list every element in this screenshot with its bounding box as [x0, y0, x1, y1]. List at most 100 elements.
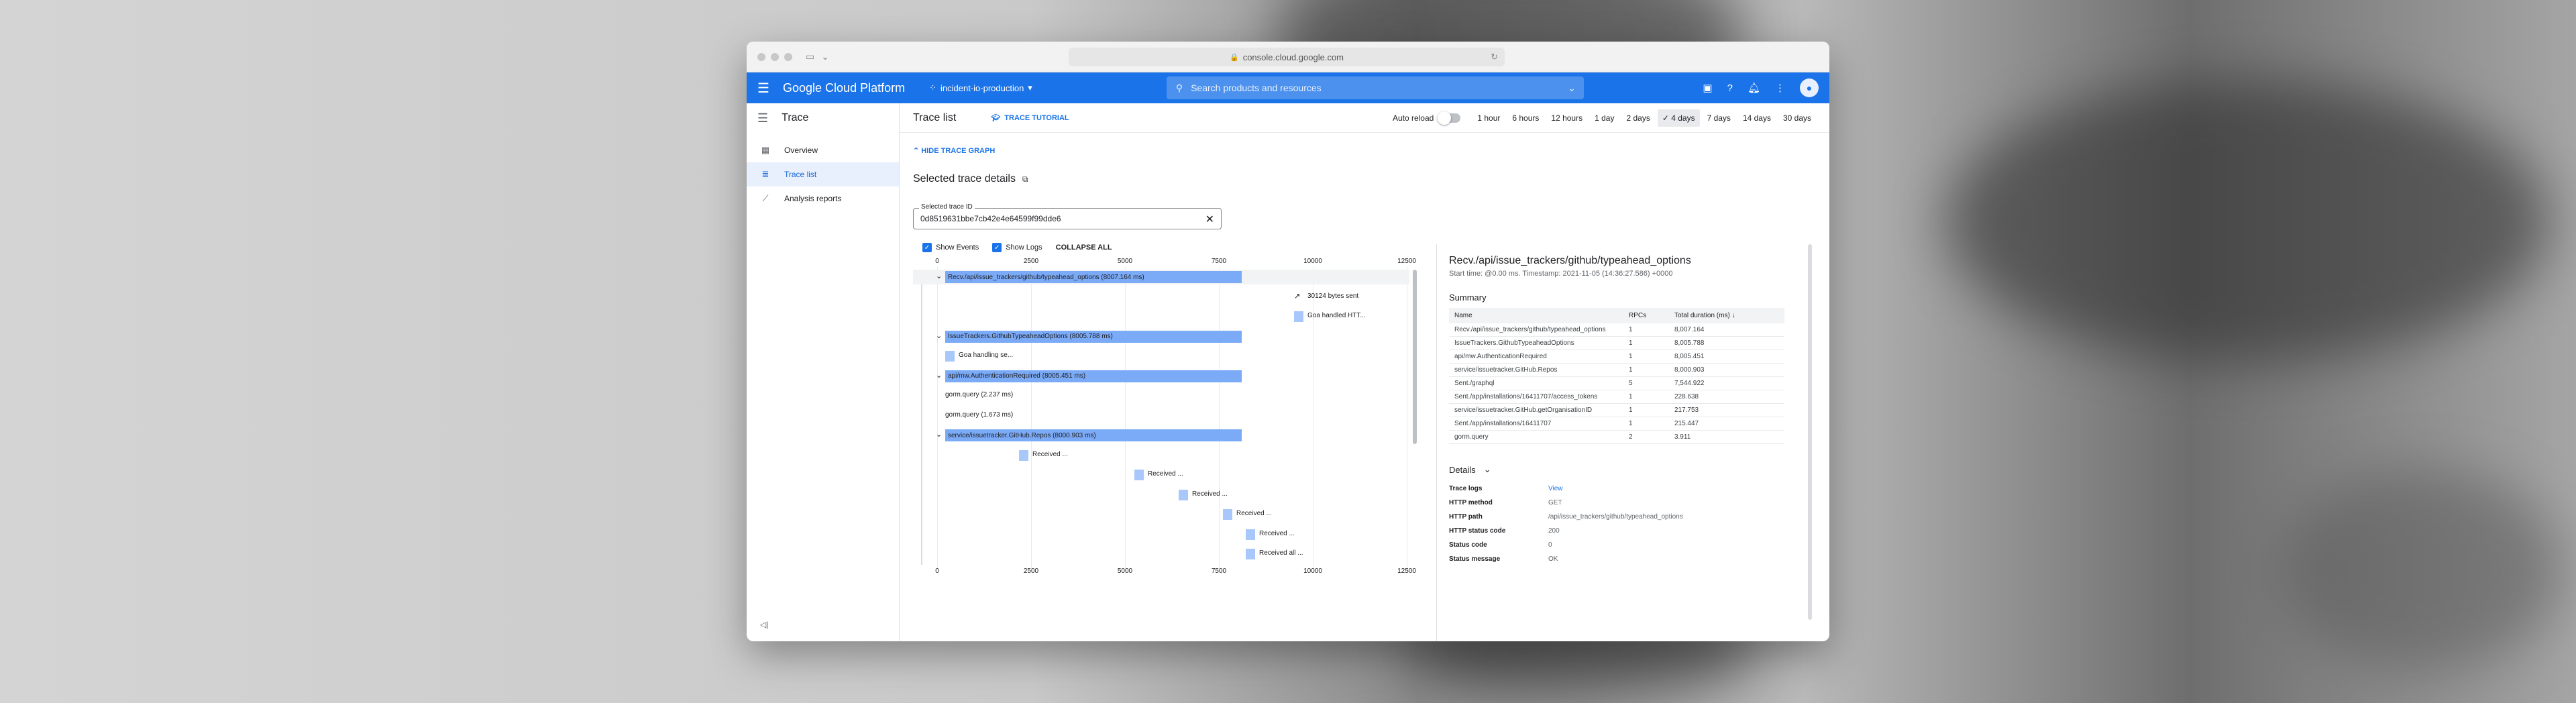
span-bar[interactable]	[1179, 489, 1188, 500]
axis-tick-label: 7500	[1211, 567, 1227, 575]
view-logs-link[interactable]: View	[1548, 485, 1563, 492]
table-row[interactable]: service/issuetracker.GitHub.Repos 1 8,000.…	[1449, 363, 1784, 377]
search-input[interactable]: ⚲ Search products and resources ⌄	[1166, 76, 1584, 99]
range-1-hour[interactable]: 1 hour	[1472, 109, 1505, 127]
range-30-days[interactable]: 30 days	[1778, 109, 1816, 127]
clear-icon[interactable]: ✕	[1205, 213, 1214, 226]
span-row[interactable]: Received ...	[913, 448, 1409, 463]
span-row[interactable]: ⌄ Recv./api/issue_trackers/github/typeahe…	[913, 270, 1409, 284]
school-icon: 🎓︎	[991, 114, 1001, 122]
detail-scrollbar[interactable]	[1808, 244, 1812, 620]
span-bar[interactable]	[1223, 509, 1232, 520]
brand-title[interactable]: Google Cloud Platform	[783, 81, 905, 95]
sidebar-item-trace-list[interactable]: ≣ Trace list	[747, 162, 899, 186]
show-events-checkbox[interactable]: ✓ Show Events	[922, 243, 979, 252]
span-bar[interactable]	[1019, 449, 1028, 461]
table-row[interactable]: Recv./api/issue_trackers/github/typeahea…	[1449, 323, 1784, 337]
auto-reload[interactable]: Auto reload	[1393, 111, 1461, 125]
details-toggle[interactable]: Details ⌄	[1449, 464, 1812, 475]
tutorial-link[interactable]: 🎓︎ TRACE TUTORIAL	[991, 113, 1069, 122]
address-bar[interactable]: 🔒 console.cloud.google.com ↻	[1069, 48, 1505, 66]
table-row[interactable]: service/issuetracker.GitHub.getOrganisat…	[1449, 403, 1784, 417]
expand-chevron-icon[interactable]: ⌄	[936, 272, 942, 280]
hide-graph-button[interactable]: ⌃ HIDE TRACE GRAPH	[913, 146, 995, 155]
toolbar: Trace list 🎓︎ TRACE TUTORIAL Auto reload …	[900, 103, 1829, 133]
expand-chevron-icon[interactable]: ⌄	[936, 430, 942, 439]
avatar[interactable]: ●	[1800, 78, 1819, 97]
range-2-days[interactable]: 2 days	[1621, 109, 1654, 127]
span-bar[interactable]: IssueTrackers.GithubTypeaheadOptions (80…	[945, 330, 1242, 343]
span-row[interactable]: Received all ...	[913, 547, 1409, 561]
sidebar-item-analysis-reports[interactable]: ⟋ Analysis reports	[747, 186, 899, 211]
expand-chevron-icon[interactable]: ⌄	[936, 331, 942, 340]
reload-icon[interactable]: ↻	[1491, 52, 1498, 62]
range-12-hours[interactable]: 12 hours	[1546, 109, 1587, 127]
detail-value: /api/issue_trackers/github/typeahead_opt…	[1548, 513, 1683, 521]
span-row[interactable]: Goa handling se...	[913, 349, 1409, 364]
trace-id-label: Selected trace ID	[919, 203, 975, 211]
check-icon: ✓	[1662, 113, 1672, 123]
auto-reload-toggle[interactable]	[1438, 111, 1461, 125]
span-bar[interactable]	[1294, 311, 1303, 322]
notifications-icon[interactable]: 🔔︎	[1748, 82, 1760, 94]
table-row[interactable]: Sent./app/installations/16411707/access_…	[1449, 390, 1784, 404]
span-bar[interactable]: service/issuetracker.GitHub.Repos (8000.…	[945, 429, 1242, 441]
chevron-down-icon[interactable]: ⌄	[1568, 83, 1576, 94]
axis-tick-label: 0	[935, 258, 939, 265]
range-7-days[interactable]: 7 days	[1703, 109, 1735, 127]
expand-chevron-icon[interactable]: ⌄	[936, 371, 942, 380]
span-row[interactable]: gorm.query (1.673 ms)	[913, 409, 1409, 423]
table-cell: 2	[1623, 430, 1669, 444]
table-cell: IssueTrackers.GithubTypeaheadOptions	[1449, 336, 1623, 350]
range-14-days[interactable]: 14 days	[1738, 109, 1776, 127]
span-bar[interactable]: api/mw.AuthenticationRequired (8005.451 …	[945, 370, 1242, 382]
more-icon[interactable]: ⋮	[1775, 82, 1785, 94]
show-logs-checkbox[interactable]: ✓ Show Logs	[992, 243, 1042, 252]
span-row[interactable]: ↗ 30124 bytes sent	[913, 290, 1409, 305]
window-controls[interactable]	[757, 52, 792, 61]
span-row[interactable]: Received ...	[913, 507, 1409, 522]
span-row[interactable]: Received ...	[913, 488, 1409, 502]
range-1-day[interactable]: 1 day	[1590, 109, 1619, 127]
cloud-shell-icon[interactable]: ▣	[1703, 82, 1712, 94]
span-bar[interactable]	[1134, 470, 1144, 480]
menu-icon[interactable]: ☰	[757, 80, 776, 97]
trace-id-input[interactable]	[914, 209, 1182, 229]
column-header[interactable]: RPCs	[1623, 308, 1669, 323]
table-row[interactable]: IssueTrackers.GithubTypeaheadOptions 1 8,0…	[1449, 336, 1784, 350]
span-row[interactable]: gorm.query (2.237 ms)	[913, 388, 1409, 403]
span-row[interactable]: Goa handled HTT...	[913, 309, 1409, 324]
span-row[interactable]: ⌄ service/issuetracker.GitHub.Repos (8000…	[913, 428, 1409, 443]
table-cell: 228.638	[1668, 390, 1784, 404]
span-detail-panel: Recv./api/issue_trackers/github/typeahea…	[1436, 244, 1812, 641]
event-icon[interactable]: ↗	[1294, 292, 1303, 303]
waterfall-scrollbar[interactable]	[1413, 270, 1417, 444]
column-header[interactable]: Total duration (ms) ↓	[1668, 308, 1784, 323]
span-bar[interactable]	[945, 351, 955, 362]
axis-tick-label: 10000	[1303, 258, 1322, 265]
range-4-days[interactable]: ✓ 4 days	[1657, 109, 1700, 127]
collapse-sidebar-icon[interactable]: ◁|	[760, 620, 768, 629]
range-6-hours[interactable]: 6 hours	[1507, 109, 1544, 127]
span-bar[interactable]: Recv./api/issue_trackers/github/typeahea…	[945, 271, 1242, 283]
table-row[interactable]: gorm.query 2 3.911	[1449, 430, 1784, 444]
chevron-down-icon[interactable]: ⌄	[821, 51, 829, 62]
span-row[interactable]: Received ...	[913, 468, 1409, 482]
column-header[interactable]: Name	[1449, 308, 1623, 323]
trace-id-field[interactable]: Selected trace ID ✕	[913, 203, 1222, 229]
help-icon[interactable]: ?	[1727, 83, 1733, 94]
span-bar[interactable]	[1246, 529, 1255, 540]
table-row[interactable]: Sent./app/installations/16411707 1 215.447	[1449, 417, 1784, 431]
detail-key: HTTP path	[1449, 513, 1483, 521]
collapse-all-button[interactable]: COLLAPSE ALL	[1056, 244, 1112, 252]
sidebar-toggle-icon[interactable]: ▭	[806, 51, 814, 62]
span-row[interactable]: Received ...	[913, 527, 1409, 542]
span-row[interactable]: ⌄ api/mw.AuthenticationRequired (8005.451…	[913, 369, 1409, 384]
span-row[interactable]: ⌄ IssueTrackers.GithubTypeaheadOptions (8…	[913, 329, 1409, 344]
table-row[interactable]: api/mw.AuthenticationRequired 1 8,005.451	[1449, 349, 1784, 364]
copy-icon[interactable]: ⧉	[1022, 174, 1028, 184]
sidebar-item-overview[interactable]: ▦ Overview	[747, 138, 899, 162]
span-bar[interactable]	[1246, 549, 1255, 559]
table-row[interactable]: Sent./graphql 5 7,544.922	[1449, 376, 1784, 390]
project-selector[interactable]: ⁘ incident-io-production ▾	[929, 83, 1032, 93]
